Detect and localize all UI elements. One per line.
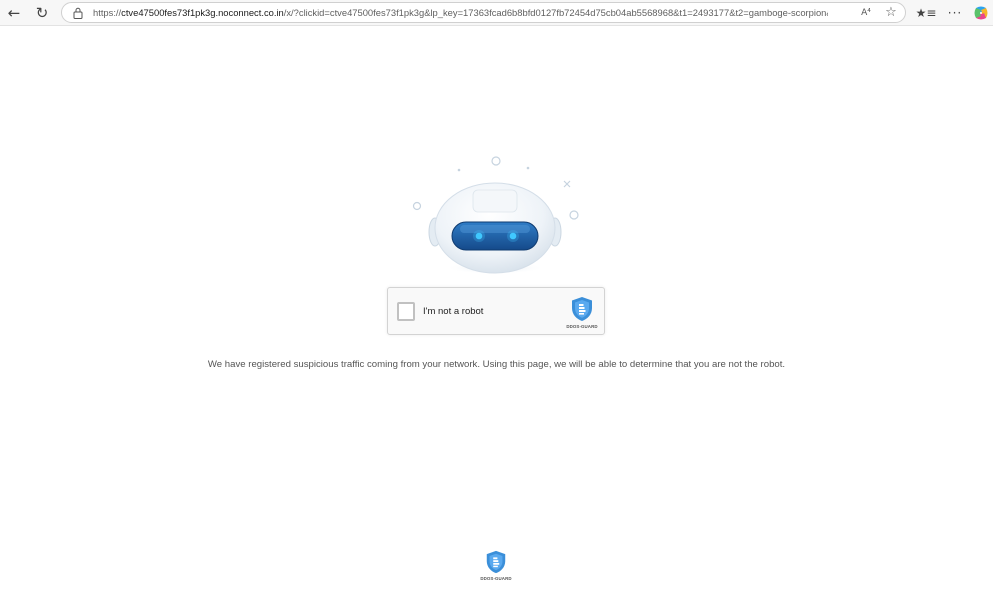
url-path: /x/?clickid=ctve47500fes73f1pk3g&lp_key=…	[283, 7, 828, 18]
url-text[interactable]: https://ctve47500fes73f1pk3g.noconnect.c…	[93, 3, 828, 22]
back-arrow-icon[interactable]: ←	[4, 3, 24, 23]
browser-toolbar: ← ↻ https://ctve47500fes73f1pk3g.noconne…	[0, 0, 993, 26]
read-aloud-icon[interactable]: A⁴	[857, 4, 875, 21]
favorites-bar-icon[interactable]: ★≡	[916, 3, 937, 23]
footer-shield-icon	[486, 550, 506, 574]
robot-illustration	[412, 156, 579, 274]
not-robot-checkbox[interactable]	[397, 302, 415, 321]
captcha-label: I'm not a robot	[423, 306, 484, 317]
captcha-brand-text: DDOS-GUARD	[566, 324, 598, 329]
suspicious-traffic-message: We have registered suspicious traffic co…	[207, 359, 786, 370]
url-scheme: https://	[93, 7, 122, 18]
captcha-widget: I'm not a robot DDOS-GUARD	[387, 287, 605, 335]
ddos-guard-logo: DDOS-GUARD	[564, 296, 600, 332]
shield-icon	[572, 297, 592, 321]
url-host: ctve47500fes73f1pk3g.noconnect.co.in	[121, 7, 284, 18]
favorite-star-icon[interactable]: ☆	[882, 4, 900, 21]
lock-icon[interactable]	[73, 7, 83, 19]
copilot-icon[interactable]	[972, 3, 990, 23]
address-bar[interactable]: https://ctve47500fes73f1pk3g.noconnect.c…	[61, 2, 906, 23]
footer-brand-text: DDOS-GUARD	[480, 576, 512, 581]
footer-ddos-guard-logo: DDOS-GUARD	[474, 550, 518, 586]
more-menu-icon[interactable]: ···	[945, 3, 965, 23]
reload-icon[interactable]: ↻	[32, 3, 52, 23]
